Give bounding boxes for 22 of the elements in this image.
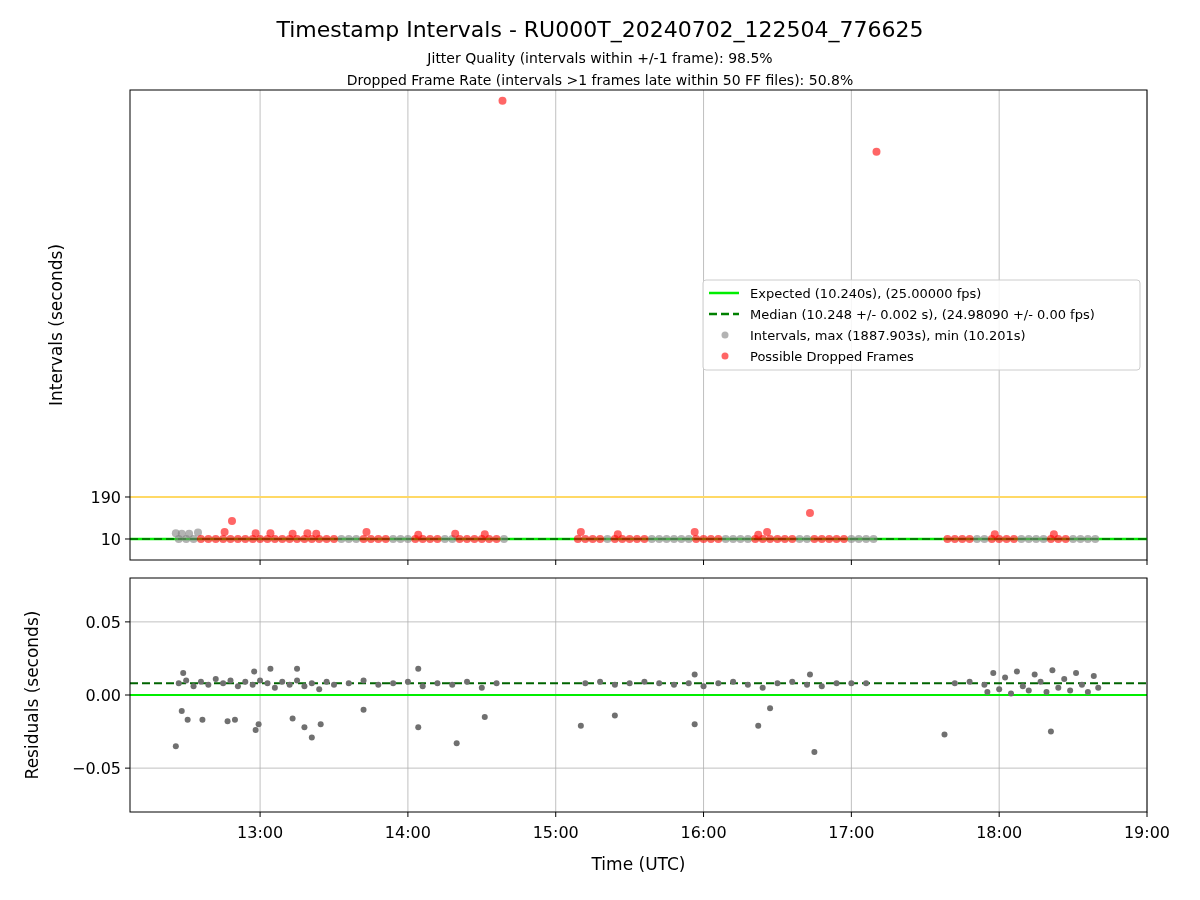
- axis-label: Residuals (seconds): [22, 610, 42, 780]
- legend-label: Expected (10.240s), (25.00000 fps): [750, 285, 982, 301]
- tick-label: 15:00: [532, 823, 579, 842]
- tick-label: 10: [100, 530, 121, 549]
- tick-label: 18:00: [976, 823, 1023, 842]
- tick-label: 19:00: [1123, 823, 1171, 842]
- tick-label: −0.05: [71, 759, 121, 779]
- tick-label: 0.05: [85, 612, 121, 632]
- axis-label: Intervals (seconds): [46, 243, 66, 407]
- axis-label: Time (UTC): [591, 854, 686, 874]
- tick-label: 17:00: [828, 823, 875, 842]
- legend-label: Median (10.248 +/- 0.002 s), (24.98090 +/- 0.00 fps): [750, 306, 1095, 322]
- legend-label: Possible Dropped Frames: [750, 348, 914, 364]
- chart-title: Timestamp Intervals - RU000T_20240702_122504_776625: [276, 17, 924, 42]
- tick-label: 13:00: [237, 823, 284, 842]
- chart-subtitle: Jitter Quality (intervals within +/-1 frame): 98.5%: [427, 50, 773, 66]
- legend-label: Intervals, max (1887.903s), min (10.201s): [750, 327, 1026, 343]
- tick-label: 14:00: [384, 823, 431, 842]
- tick-label: 16:00: [680, 823, 727, 842]
- tick-label: 0.00: [85, 686, 121, 705]
- tick-label: 190: [90, 488, 121, 507]
- chart-subtitle: Dropped Frame Rate (intervals >1 frames late within 50 FF files): 50.8%: [346, 72, 854, 88]
